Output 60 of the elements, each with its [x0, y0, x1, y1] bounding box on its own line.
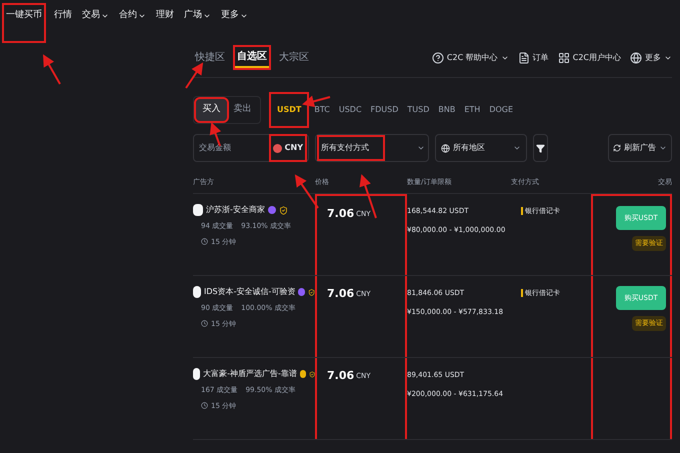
shield-icon — [308, 288, 315, 296]
annotation-arrow — [302, 96, 330, 108]
caret-icon — [659, 144, 667, 152]
shield-icon — [278, 206, 288, 214]
filter-icon — [536, 144, 545, 152]
advertiser-name[interactable]: IDS资本-安全诚信-可验资 — [204, 286, 296, 298]
shield-icon — [308, 370, 315, 378]
coin-tab[interactable]: USDT — [271, 94, 308, 126]
nav-link[interactable]: 更多 — [221, 9, 248, 22]
clock-icon — [201, 320, 208, 328]
nav-link[interactable]: 交易 — [82, 9, 109, 22]
nav-link[interactable]: 行情 — [54, 9, 72, 22]
caret-icon — [513, 144, 521, 152]
nav-link[interactable]: 合约 — [119, 9, 146, 22]
currency-icon — [272, 144, 282, 152]
side-tab[interactable]: 卖出 — [227, 99, 258, 121]
region-value: 所有地区 — [453, 142, 485, 154]
refresh-icon — [613, 144, 621, 152]
coin-tab[interactable]: BTC — [312, 100, 332, 120]
clock-icon — [201, 238, 208, 246]
annotation-arrow — [185, 62, 204, 89]
coin-tab[interactable]: TUSD — [405, 100, 432, 120]
avatar — [193, 204, 203, 216]
document-icon — [518, 52, 530, 64]
nav-link[interactable]: 一键买币 — [4, 5, 44, 40]
top-link[interactable]: C2C用户中心 — [558, 52, 621, 64]
caret-icon — [417, 144, 425, 152]
help-icon — [432, 52, 444, 64]
advertiser-name[interactable]: 大富豪-神盾严选广告-靠谱 — [203, 368, 297, 380]
zone-tab[interactable]: 自选区 — [235, 47, 269, 68]
currency-selector[interactable]: CNY — [270, 136, 305, 160]
grid-icon — [558, 52, 570, 64]
advertiser-name[interactable]: 沪苏浙-安全商家 — [206, 204, 265, 216]
coin-tab[interactable]: USDC — [336, 100, 364, 120]
nav-link[interactable]: 广场 — [184, 9, 211, 22]
refresh-dropdown[interactable]: 刷新广告 — [608, 134, 672, 162]
top-link[interactable]: C2C 帮助中心 — [432, 52, 509, 64]
payment-value: 所有支付方式 — [319, 137, 383, 159]
clock-icon — [201, 402, 208, 410]
top-link[interactable]: 订单 — [518, 52, 549, 64]
annotation-arrow — [43, 54, 61, 84]
price: 7.06 — [327, 286, 354, 302]
side-tab[interactable]: 买入 — [196, 99, 227, 121]
globe-icon — [441, 144, 450, 152]
price: 7.06 — [327, 206, 354, 222]
avatar — [193, 368, 200, 380]
top-link[interactable]: 更多 — [630, 52, 672, 64]
nav-link[interactable]: 理财 — [156, 9, 174, 22]
payment-dropdown[interactable]: 所有支付方式 — [315, 134, 429, 162]
coin-tab[interactable]: FDUSD — [368, 100, 400, 120]
coin-tab[interactable]: DOGE — [487, 100, 516, 120]
avatar — [193, 286, 202, 298]
globe-icon — [630, 52, 642, 64]
coin-tab[interactable]: ETH — [462, 100, 482, 120]
zone-tab[interactable]: 快捷区 — [193, 47, 227, 68]
price: 7.06 — [327, 368, 354, 384]
coin-tab[interactable]: BNB — [436, 100, 458, 120]
filter-button[interactable] — [533, 134, 548, 162]
zone-tab[interactable]: 大宗区 — [277, 47, 311, 68]
region-dropdown[interactable]: 所有地区 — [435, 134, 527, 162]
